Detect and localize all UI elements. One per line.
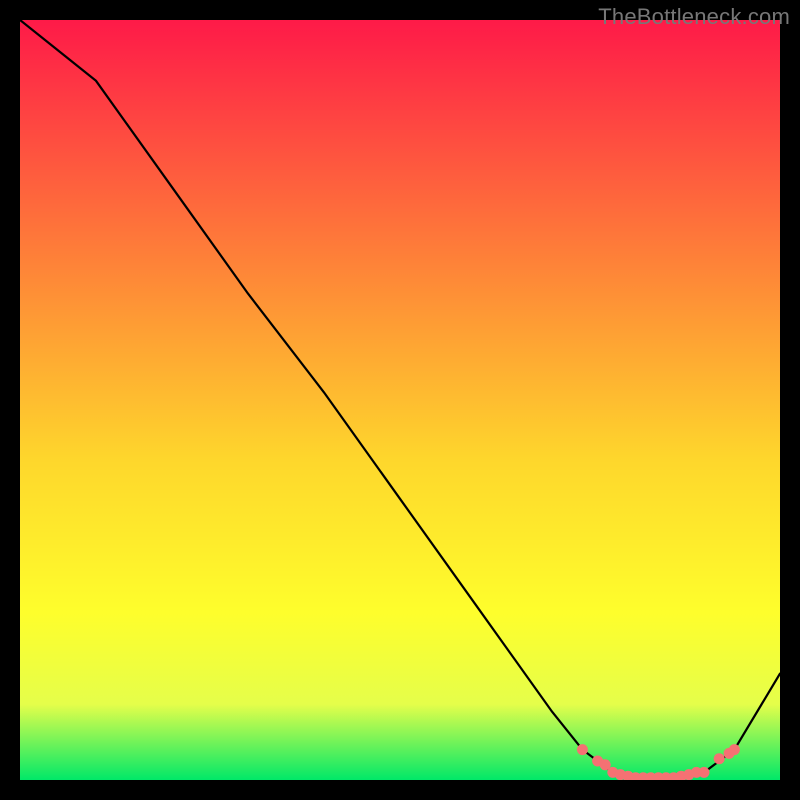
chart-svg: [20, 20, 780, 780]
valley-marker: [699, 767, 710, 778]
valley-marker: [714, 753, 725, 764]
valley-marker: [729, 744, 740, 755]
valley-marker: [577, 744, 588, 755]
chart-frame: TheBottleneck.com: [0, 0, 800, 800]
plot-area: [20, 20, 780, 780]
watermark-text: TheBottleneck.com: [598, 4, 790, 30]
